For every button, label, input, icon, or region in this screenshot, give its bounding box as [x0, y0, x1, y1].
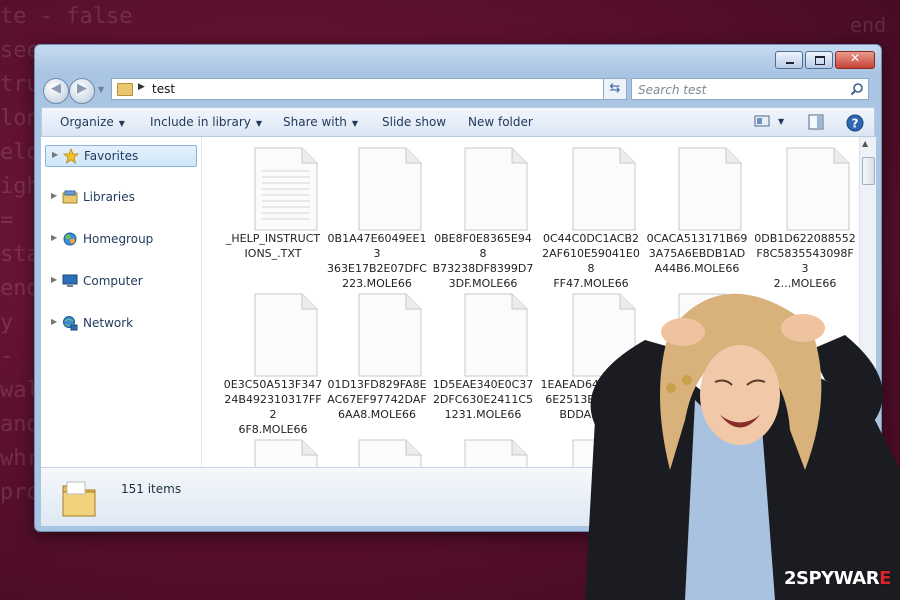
- chevron-down-icon: ▼: [255, 119, 263, 128]
- sidebar-item-label: Libraries: [83, 190, 135, 204]
- chevron-down-icon: ▼: [351, 119, 359, 128]
- expand-arrow-icon[interactable]: ▶: [51, 191, 57, 200]
- new-folder-button[interactable]: New folder: [468, 115, 533, 129]
- blank-document-icon: [358, 293, 422, 377]
- recent-pages-dropdown[interactable]: ▼: [98, 85, 104, 94]
- slide-show-button[interactable]: Slide show: [382, 115, 446, 129]
- sidebar-item-label: Homegroup: [83, 232, 154, 246]
- search-icon[interactable]: [850, 82, 864, 96]
- maximize-button[interactable]: [805, 51, 833, 69]
- include-in-library-menu[interactable]: Include in library ▼: [150, 115, 262, 129]
- back-button[interactable]: ◀: [43, 78, 69, 104]
- chevron-down-icon: ▼: [118, 119, 125, 128]
- stressed-woman-photo: [585, 293, 900, 600]
- network-icon: [63, 316, 78, 331]
- computer-icon: [62, 274, 78, 287]
- file-name: 0BE8F0E8365E948 B73238DF8399D7 3DF.MOLE66: [432, 232, 534, 290]
- close-button[interactable]: ✕: [835, 51, 875, 69]
- blank-document-icon: [254, 293, 318, 377]
- sidebar-item-label: Network: [83, 316, 134, 330]
- expand-arrow-icon[interactable]: ▶: [51, 233, 57, 242]
- back-arrow-icon: ◀: [51, 81, 61, 96]
- file-item[interactable]: _HELP_INSTRUCT IONS_.TXT: [221, 137, 325, 277]
- sidebar-item-libraries[interactable]: ▶ Libraries: [45, 187, 197, 209]
- blank-document-icon: [786, 147, 850, 231]
- file-name: _HELP_INSTRUCT IONS_.TXT: [225, 232, 321, 260]
- file-item[interactable]: [221, 429, 325, 467]
- folder-icon: [117, 83, 133, 96]
- blank-document-icon: [358, 439, 422, 467]
- file-name: 0B1A47E6049EE13 363E17B2E07DFC 223.MOLE66: [327, 232, 427, 290]
- navigation-row: ◀ ▶ ▼ ▶ test ▼ ⇆: [35, 73, 881, 107]
- blank-document-icon: [678, 147, 742, 231]
- blank-document-icon: [358, 147, 422, 231]
- blank-document-icon: [464, 147, 528, 231]
- file-item[interactable]: 0BE8F0E8365E948 B73238DF8399D7 3DF.MOLE66: [431, 137, 535, 290]
- sidebar-item-computer[interactable]: ▶ Computer: [45, 271, 197, 293]
- file-item[interactable]: 0CACA513171B69 3A75A6EBDB1AD A44B6.MOLE66: [645, 137, 749, 277]
- file-item[interactable]: 0DB1D622088552 F8C5835543098F3 2...MOLE66: [753, 137, 857, 290]
- homegroup-icon: [63, 232, 77, 246]
- file-name: 1D5EAE340E0C37 2DFC630E2411C5 1231.MOLE66: [432, 378, 534, 421]
- command-bar: Organize ▼ Include in library ▼ Share with…: [41, 107, 875, 137]
- star-icon: [63, 148, 79, 164]
- libraries-icon: [62, 190, 78, 204]
- breadcrumb-arrow-icon[interactable]: ▶: [138, 82, 145, 92]
- file-item[interactable]: [325, 429, 429, 467]
- change-view-icon[interactable]: [754, 114, 770, 128]
- file-item[interactable]: 01D13FD829FA8E AC67EF97742DAF 6AA8.MOLE66: [325, 283, 429, 423]
- search-box[interactable]: [631, 78, 869, 100]
- file-name: 01D13FD829FA8E AC67EF97742DAF 6AA8.MOLE66: [327, 378, 427, 421]
- scrollbar-thumb[interactable]: [862, 157, 875, 185]
- item-count: 151 items: [121, 482, 182, 496]
- close-icon: ✕: [849, 51, 861, 65]
- view-options-chevron-icon[interactable]: ▼: [778, 117, 784, 126]
- forward-arrow-icon: ▶: [77, 81, 87, 96]
- svg-text:?: ?: [852, 117, 859, 131]
- expand-arrow-icon[interactable]: ▶: [51, 275, 57, 284]
- organize-menu[interactable]: Organize ▼: [60, 115, 125, 129]
- address-bar[interactable]: ▶ test ▼: [111, 78, 625, 100]
- share-with-menu[interactable]: Share with ▼: [283, 115, 358, 129]
- text-document-icon: [254, 147, 318, 231]
- blank-document-icon: [464, 293, 528, 377]
- address-path[interactable]: test: [152, 82, 175, 96]
- scroll-up-icon[interactable]: ▲: [862, 139, 868, 148]
- expand-arrow-icon[interactable]: ▶: [51, 317, 57, 326]
- help-icon[interactable]: ?: [846, 114, 864, 132]
- blank-document-icon: [464, 439, 528, 467]
- sidebar-item-label: Favorites: [84, 149, 139, 163]
- file-name: 0E3C50A513F347 24B492310317FF2 6F8.MOLE66: [223, 378, 323, 436]
- search-input[interactable]: [636, 81, 840, 99]
- forward-button[interactable]: ▶: [69, 78, 95, 104]
- file-item[interactable]: 1D5EAE340E0C37 2DFC630E2411C5 1231.MOLE66: [431, 283, 535, 423]
- sidebar-item-label: Computer: [83, 274, 143, 288]
- file-item[interactable]: 0B1A47E6049EE13 363E17B2E07DFC 223.MOLE66: [325, 137, 429, 290]
- file-item[interactable]: [431, 429, 535, 467]
- file-item[interactable]: 0E3C50A513F347 24B492310317FF2 6F8.MOLE66: [221, 283, 325, 436]
- blank-document-icon: [572, 147, 636, 231]
- navigation-pane: ▶ Favorites ▶ Libraries ▶ Homegroup ▶ Co…: [41, 137, 202, 467]
- folder-icon: [62, 481, 96, 517]
- file-item[interactable]: 0C44C0DC1ACB2 2AF610E59041E08 FF47.MOLE66: [539, 137, 643, 290]
- expand-arrow-icon[interactable]: ▶: [52, 150, 58, 159]
- preview-pane-icon[interactable]: [808, 114, 824, 130]
- blank-document-icon: [254, 439, 318, 467]
- minimize-button[interactable]: [775, 51, 803, 69]
- refresh-button[interactable]: ⇆: [603, 78, 627, 100]
- title-bar: ✕: [35, 45, 881, 73]
- watermark-logo: 2SPYWARE: [784, 568, 891, 589]
- sidebar-item-homegroup[interactable]: ▶ Homegroup: [45, 229, 197, 251]
- sidebar-item-favorites[interactable]: ▶ Favorites: [45, 145, 197, 167]
- sidebar-item-network[interactable]: ▶ Network: [45, 313, 197, 335]
